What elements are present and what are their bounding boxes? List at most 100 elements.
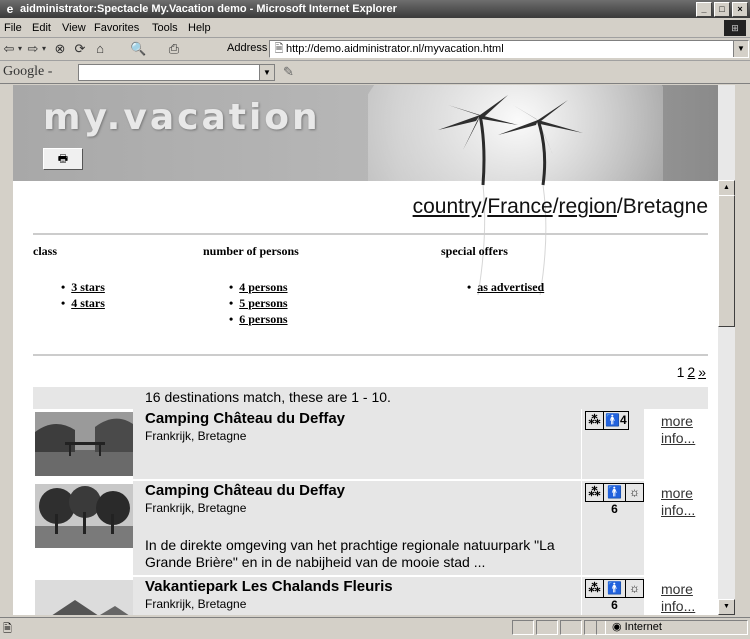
result-thumbnail[interactable]	[35, 580, 133, 615]
persons-icon: 🚹6	[604, 580, 626, 612]
windows-logo-icon: ⊞	[724, 20, 746, 36]
result-icons: ⁂ 🚹4	[582, 409, 644, 479]
refresh-icon[interactable]: ⟳	[72, 40, 88, 58]
menu-favorites[interactable]: Favorites	[94, 19, 139, 37]
filter-offers-list: as advertised	[467, 279, 544, 295]
persons-icon: 🚹6	[604, 484, 626, 516]
internet-zone: ◉ Internet	[612, 621, 662, 633]
home-icon[interactable]: ⌂	[92, 40, 108, 58]
result-thumbnail[interactable]	[35, 484, 133, 548]
ie-icon: e	[6, 2, 14, 16]
page-next-link[interactable]: »	[698, 364, 706, 380]
result-thumbnail[interactable]	[35, 412, 133, 476]
maximize-button[interactable]: □	[714, 2, 730, 17]
filter-3-stars-link[interactable]: 3 stars	[71, 280, 105, 294]
result-place: Frankrijk, Bretagne	[145, 429, 247, 443]
close-button[interactable]: ×	[732, 2, 748, 17]
address-input[interactable]: 🗎 http://demo.aidministrator.nl/myvacatio…	[269, 40, 749, 58]
menu-file[interactable]: File	[4, 19, 22, 37]
persons-icon: 🚹4	[605, 413, 627, 427]
divider	[33, 233, 708, 235]
result-name[interactable]: Camping Château du Deffay	[145, 410, 345, 427]
breadcrumb-france[interactable]: France	[487, 195, 552, 218]
menu-edit[interactable]: Edit	[32, 19, 51, 37]
result-more: more info...	[644, 481, 708, 575]
result-name[interactable]: Camping Château du Deffay	[145, 482, 345, 499]
forward-icon[interactable]: ⇨	[26, 40, 40, 58]
more-info-link[interactable]: more info...	[661, 581, 701, 615]
filter-6-persons-link[interactable]: 6 persons	[239, 312, 287, 326]
minimize-button[interactable]: _	[696, 2, 712, 17]
feature-icons: ⁂ 🚹6 ☼	[585, 579, 644, 612]
scroll-down-icon[interactable]: ▼	[718, 599, 735, 615]
status-segment	[536, 620, 558, 635]
status-bar: 🗎 ◉ Internet	[0, 617, 750, 636]
stop-icon[interactable]: ⊗	[52, 40, 68, 58]
zone-label: Internet	[624, 621, 662, 633]
address-dropdown-icon[interactable]: ▼	[733, 41, 748, 57]
result-icons: ⁂ 🚹6 ☼	[582, 481, 644, 575]
forward-dropdown-icon[interactable]: ▾	[40, 40, 48, 58]
filter-persons-list: 4 persons 5 persons 6 persons	[229, 279, 287, 327]
list-item: 3 stars	[61, 279, 105, 295]
address-value: http://demo.aidministrator.nl/myvacation…	[286, 43, 504, 55]
back-icon[interactable]: ⇦	[2, 40, 16, 58]
menu-help[interactable]: Help	[188, 19, 211, 37]
filter-4-stars-link[interactable]: 4 stars	[71, 296, 105, 310]
result-name[interactable]: Vakantiepark Les Chalands Fleuris	[145, 578, 393, 595]
print-icon[interactable]: ⎙	[166, 40, 182, 58]
google-logo[interactable]: Google -	[3, 64, 52, 80]
results-summary: 16 destinations match, these are 1 - 10.	[33, 387, 708, 409]
more-info-link[interactable]: more info...	[661, 485, 701, 519]
status-segment	[512, 620, 534, 635]
result-row: Vakantiepark Les Chalands Fleuris Frankr…	[33, 577, 708, 615]
google-dropdown-icon[interactable]: ▼	[259, 65, 274, 80]
stars-icon: ⁂	[586, 580, 604, 597]
print-button[interactable]: 🖶	[43, 148, 83, 170]
result-row: Camping Château du Deffay Frankrijk, Bre…	[33, 409, 708, 479]
result-info: Camping Château du Deffay Frankrijk, Bre…	[133, 481, 581, 575]
breadcrumb: country/France/region/Bretagne	[413, 195, 708, 219]
menu-bar: File Edit View Favorites Tools Help ⊞	[0, 19, 750, 38]
breadcrumb-country[interactable]: country	[413, 195, 482, 218]
stars-icon: ⁂	[586, 484, 604, 501]
filter-persons-title: number of persons	[203, 244, 299, 258]
result-more: more info...	[644, 577, 708, 615]
scroll-thumb[interactable]	[718, 195, 735, 327]
page-content: my.vacation 🖶 country/France/region/Bret…	[13, 85, 718, 615]
title-bar: e aidministrator:Spectacle My.Vacation d…	[0, 0, 750, 18]
page-2-link[interactable]: 2	[687, 364, 695, 380]
result-icons: ⁂ 🚹6 ☼	[582, 577, 644, 615]
site-logo: my.vacation	[43, 97, 321, 138]
window-buttons: _ □ ×	[696, 2, 748, 17]
feature-icons: ⁂ 🚹6 ☼	[585, 483, 644, 516]
toolbar: ⇦ ▾ ⇨ ▾ ⊗ ⟳ ⌂ 🔍 ⎙ Address 🗎 http://demo.a…	[0, 38, 750, 61]
google-search-input[interactable]: ▼	[78, 64, 275, 81]
page-current: 1	[676, 364, 685, 380]
sun-icon: ☼	[629, 485, 640, 499]
window-title: aidministrator:Spectacle My.Vacation dem…	[20, 3, 397, 15]
menu-tools[interactable]: Tools	[152, 19, 178, 37]
more-info-link[interactable]: more info...	[661, 413, 701, 447]
filter-4-persons-link[interactable]: 4 persons	[239, 280, 287, 294]
stars-icon: ⁂	[586, 412, 604, 429]
list-item: as advertised	[467, 279, 544, 295]
status-segment	[560, 620, 582, 635]
filter-as-advertised-link[interactable]: as advertised	[477, 280, 544, 294]
vertical-scrollbar[interactable]: ▲ ▼	[718, 85, 735, 615]
result-info: Vakantiepark Les Chalands Fleuris Frankr…	[133, 577, 581, 615]
feature-icons: ⁂ 🚹4	[585, 411, 629, 430]
back-dropdown-icon[interactable]: ▾	[16, 40, 24, 58]
list-item: 4 stars	[61, 295, 105, 311]
highlight-pen-icon[interactable]: ✎	[283, 64, 294, 80]
sun-icon: ☼	[629, 581, 640, 595]
match-count-text: 16 destinations match, these are 1 - 10.	[145, 389, 391, 405]
search-icon[interactable]: 🔍	[130, 40, 146, 58]
filter-5-persons-link[interactable]: 5 persons	[239, 296, 287, 310]
menu-view[interactable]: View	[62, 19, 86, 37]
google-toolbar: Google - ▼ ✎	[0, 61, 750, 84]
breadcrumb-region[interactable]: region	[559, 195, 617, 218]
page-status-icon: 🗎	[3, 623, 12, 635]
page-icon: 🗎	[274, 43, 284, 55]
scroll-up-icon[interactable]: ▲	[718, 180, 735, 196]
